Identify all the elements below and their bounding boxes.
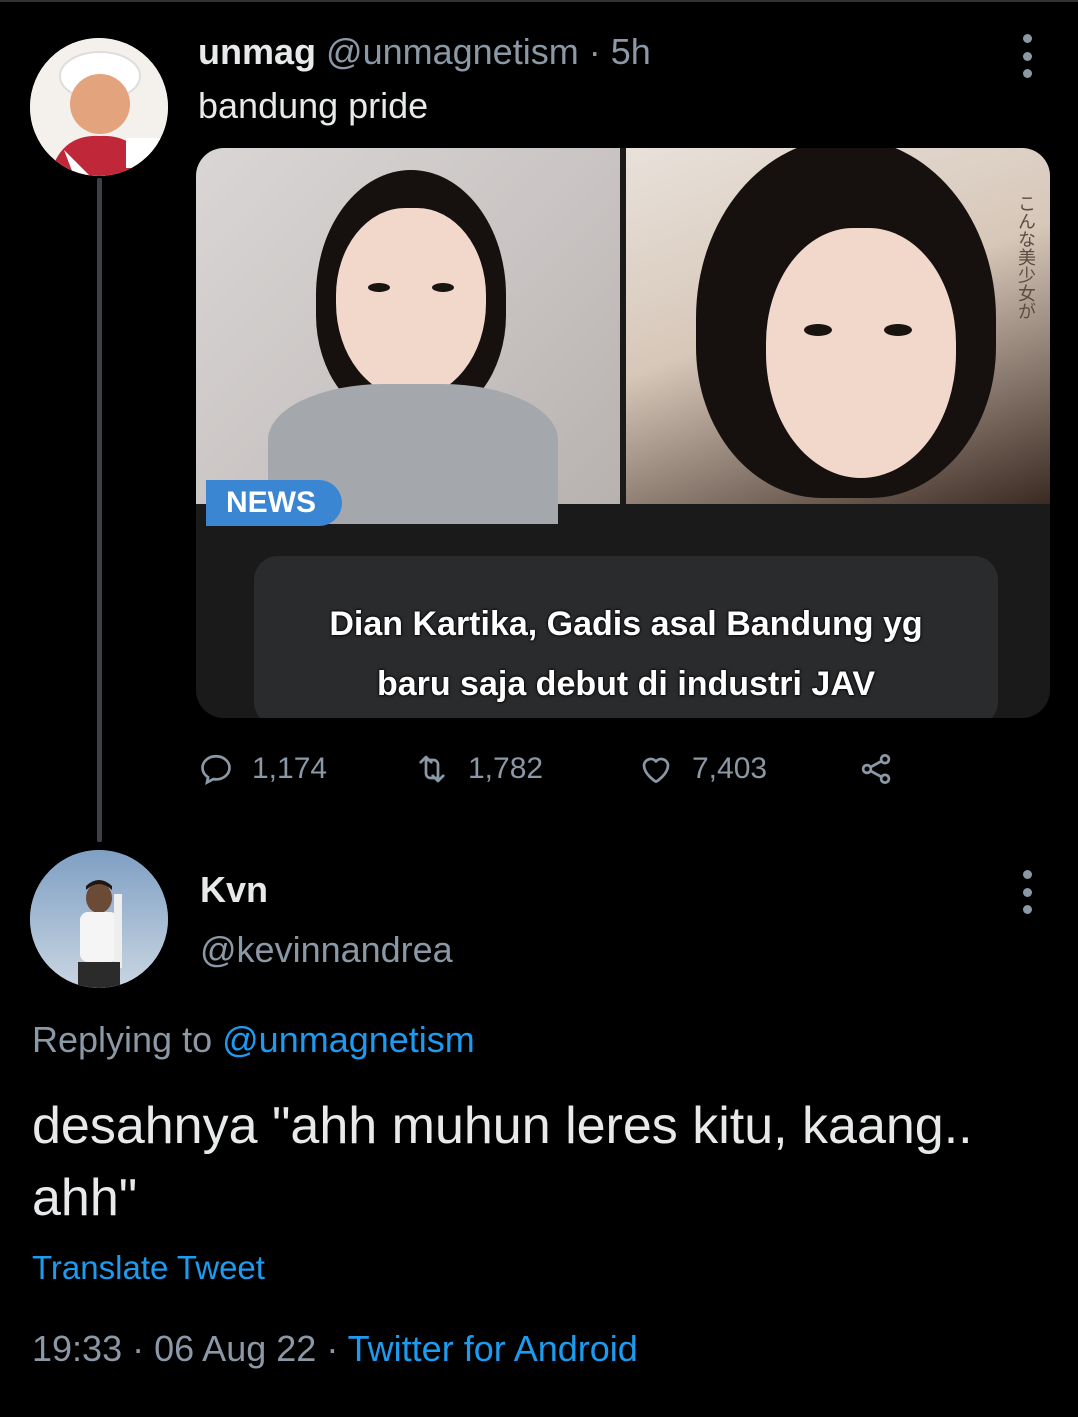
caption-line-2: baru saja debut di industri JAV: [376, 665, 876, 703]
parent-tweet-header: unmag @unmagnetism · 5h: [198, 30, 651, 74]
author-handle[interactable]: @unmagnetism: [326, 31, 579, 72]
more-options-icon[interactable]: [1021, 34, 1033, 78]
like-button[interactable]: 7,403: [638, 744, 767, 794]
jp-vertical-text: こんな美少女が: [1015, 194, 1036, 320]
eye-shape: [804, 324, 832, 336]
face-shape: [336, 208, 486, 398]
eye-shape: [432, 283, 454, 292]
eye-shape: [368, 283, 390, 292]
avatar-unmag[interactable]: [30, 38, 168, 176]
reply-icon: [201, 754, 231, 786]
translate-tweet-link[interactable]: Translate Tweet: [32, 1246, 265, 1290]
reply-author-name[interactable]: Kvn: [200, 868, 268, 912]
photo-right: こんな美少女が: [626, 148, 1050, 504]
tweet-time[interactable]: 19:33: [32, 1328, 122, 1369]
face-shape: [766, 228, 956, 478]
reply-count: 1,174: [252, 752, 328, 785]
photo-left: [196, 148, 620, 524]
replying-prefix: Replying to: [32, 1019, 213, 1060]
eye-shape: [884, 324, 912, 336]
tweet-source-link[interactable]: Twitter for Android: [348, 1328, 638, 1369]
thread-connector: [97, 178, 102, 842]
heart-icon: [642, 757, 670, 784]
reply-button[interactable]: 1,174: [198, 744, 327, 794]
tweet-meta: 19:33 · 06 Aug 22 · Twitter for Android: [32, 1326, 638, 1372]
share-button[interactable]: [858, 744, 912, 794]
avatar-kvn[interactable]: [30, 850, 168, 988]
separator-dot: ·: [132, 1328, 145, 1369]
tweet-media-image[interactable]: こんな美少女が NEWS Dian Kartika, Gadis asal Ba…: [196, 148, 1050, 718]
replying-to-link[interactable]: @unmagnetism: [222, 1019, 475, 1060]
caption-line-1: Dian Kartika, Gadis asal Bandung yg: [329, 605, 923, 643]
author-name[interactable]: unmag: [198, 31, 316, 72]
separator-dot: ·: [588, 31, 601, 72]
more-options-icon[interactable]: [1021, 870, 1033, 914]
top-divider: [0, 0, 1078, 2]
reply-tweet-text: desahnya "ahh muhun leres kitu, kaang.. …: [32, 1097, 973, 1227]
reply-author-handle[interactable]: @kevinnandrea: [200, 928, 453, 972]
news-tag: NEWS: [206, 480, 342, 526]
replying-to: Replying to @unmagnetism: [32, 1018, 475, 1062]
retweet-count: 1,782: [468, 752, 544, 785]
retweet-button[interactable]: 1,782: [414, 744, 543, 794]
retweet-icon: [419, 755, 445, 783]
tweet-time[interactable]: 5h: [611, 31, 651, 72]
like-count: 7,403: [692, 752, 768, 785]
tweet-date[interactable]: 06 Aug 22: [154, 1328, 316, 1369]
media-caption: Dian Kartika, Gadis asal Bandung yg baru…: [254, 594, 998, 714]
parent-tweet-text: bandung pride: [198, 85, 429, 126]
share-icon: [861, 754, 891, 784]
separator-dot: ·: [326, 1328, 339, 1369]
